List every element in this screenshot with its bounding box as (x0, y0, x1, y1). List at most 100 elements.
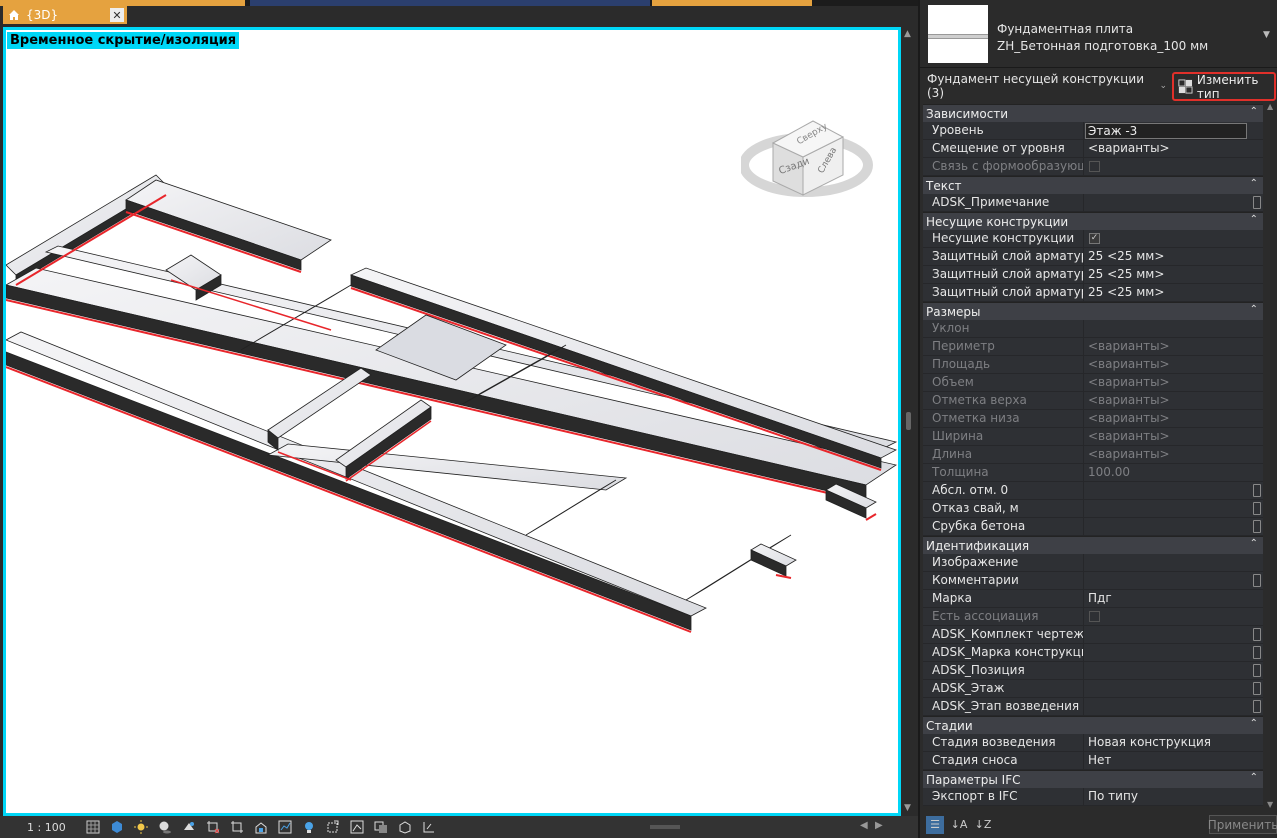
collapse-icon[interactable]: ⌃ (1250, 178, 1258, 189)
property-value[interactable]: По типу (1084, 788, 1263, 805)
property-value[interactable]: Пдг (1084, 590, 1263, 607)
property-value-text: 100.00 (1088, 465, 1130, 479)
shadows-icon[interactable] (156, 819, 173, 836)
property-value[interactable] (1084, 194, 1263, 211)
scrollbar-thumb[interactable] (650, 825, 680, 829)
collapse-icon[interactable]: ⌃ (1250, 772, 1258, 783)
property-value[interactable] (1084, 608, 1263, 625)
sort-descending-icon[interactable]: ↓Z (974, 816, 992, 834)
render-icon[interactable] (180, 819, 197, 836)
property-value[interactable]: <варианты> (1084, 140, 1263, 157)
property-name: Марка (923, 590, 1084, 607)
edit-value-button[interactable] (1253, 520, 1261, 533)
group-by-icon[interactable]: ☰ (926, 815, 944, 834)
scroll-down-icon[interactable]: ▼ (904, 803, 911, 813)
edit-value-button[interactable] (1253, 196, 1261, 209)
unlock-3d-icon[interactable] (252, 819, 269, 836)
property-value[interactable]: ✓ (1084, 230, 1263, 247)
property-value[interactable] (1084, 572, 1263, 589)
crop-region-icon[interactable] (228, 819, 245, 836)
scroll-down-icon[interactable]: ▼ (1267, 800, 1273, 809)
scroll-up-icon[interactable]: ▲ (904, 29, 911, 39)
scroll-left-icon[interactable]: ◀ (860, 820, 868, 831)
sort-ascending-icon[interactable]: ↓A (950, 816, 968, 834)
property-row: Защитный слой арматур... 25 <25 мм> (923, 284, 1263, 302)
property-value: <варианты> (1084, 428, 1263, 445)
property-value-text: <варианты> (1088, 375, 1170, 389)
crop-view-icon[interactable] (204, 819, 221, 836)
3d-viewport[interactable]: Временное скрытие/изоляция Сзади Слева С… (3, 27, 901, 816)
edit-value-button[interactable] (1253, 700, 1261, 713)
edit-value-button[interactable] (1253, 484, 1261, 497)
property-value[interactable] (1084, 482, 1263, 499)
analytical-model-icon[interactable] (348, 819, 365, 836)
type-selector[interactable]: Фундаментная плита ZH_Бетонная подготовк… (920, 0, 1277, 68)
level-input[interactable] (1085, 123, 1247, 139)
collapse-icon[interactable]: ⌃ (1250, 304, 1258, 315)
edit-value-button[interactable] (1253, 646, 1261, 659)
viewport-vertical-scrollbar[interactable]: ▲ ▼ (902, 27, 916, 817)
property-value[interactable]: 25 <25 мм> (1084, 266, 1263, 283)
property-group-header[interactable]: Размеры ⌃ (923, 302, 1263, 320)
scrollbar-thumb[interactable] (906, 412, 911, 430)
property-value[interactable]: 25 <25 мм> (1084, 284, 1263, 301)
property-value[interactable] (1084, 500, 1263, 517)
property-group-header[interactable]: Несущие конструкции ⌃ (923, 212, 1263, 230)
property-name: Абсл. отм. 0 (923, 482, 1084, 499)
property-value[interactable] (1084, 122, 1263, 139)
property-group-header[interactable]: Параметры IFC ⌃ (923, 770, 1263, 788)
edit-value-button[interactable] (1253, 574, 1261, 587)
edit-value-button[interactable] (1253, 502, 1261, 515)
collapse-icon[interactable]: ⌃ (1250, 214, 1258, 225)
apply-button[interactable]: Применить (1208, 815, 1277, 834)
view-tab-3d[interactable]: {3D} ✕ (3, 6, 127, 24)
viewport-horizontal-scrollbar[interactable]: ◀ ▶ (480, 820, 883, 832)
reveal-hidden-icon[interactable] (300, 819, 317, 836)
property-value[interactable] (1084, 662, 1263, 679)
property-row: Периметр <варианты> (923, 338, 1263, 356)
chevron-down-icon[interactable]: ▼ (1263, 30, 1270, 40)
edit-value-button[interactable] (1253, 682, 1261, 695)
property-value[interactable] (1084, 518, 1263, 535)
edit-value-button[interactable] (1253, 628, 1261, 641)
collapse-icon[interactable]: ⌃ (1250, 718, 1258, 729)
edit-type-button[interactable]: Изменить тип (1172, 72, 1276, 101)
scroll-up-icon[interactable]: ▲ (1267, 102, 1273, 111)
edit-value-button[interactable] (1253, 664, 1261, 677)
property-row: Объем <варианты> (923, 374, 1263, 392)
properties-scrollbar[interactable]: ▲ ▼ (1266, 102, 1277, 811)
detail-level-icon[interactable] (84, 819, 101, 836)
property-value[interactable] (1084, 626, 1263, 643)
highlight-displacement-icon[interactable] (324, 819, 341, 836)
property-group-header[interactable]: Идентификация ⌃ (923, 536, 1263, 554)
constraints-icon[interactable] (420, 819, 437, 836)
property-value[interactable]: Нет (1084, 752, 1263, 769)
property-value[interactable] (1084, 644, 1263, 661)
property-name: Срубка бетона (923, 518, 1084, 535)
temporary-hide-icon[interactable] (276, 819, 293, 836)
property-value[interactable]: Новая конструкция (1084, 734, 1263, 751)
sun-path-icon[interactable] (132, 819, 149, 836)
design-options-icon[interactable] (396, 819, 413, 836)
scroll-right-icon[interactable]: ▶ (875, 820, 883, 831)
property-value[interactable]: 25 <25 мм> (1084, 248, 1263, 265)
view-scale[interactable]: 1 : 100 (27, 821, 77, 834)
property-value[interactable] (1084, 554, 1263, 571)
close-icon[interactable]: ✕ (110, 8, 124, 22)
property-name: Толщина (923, 464, 1084, 481)
viewcube[interactable]: Сзади Слева Сверху (741, 75, 881, 205)
property-name: Защитный слой арматур... (923, 266, 1084, 283)
worksharing-icon[interactable] (372, 819, 389, 836)
property-value[interactable] (1084, 698, 1263, 715)
collapse-icon[interactable]: ⌃ (1250, 538, 1258, 549)
visual-style-icon[interactable] (108, 819, 125, 836)
property-group-header[interactable]: Текст ⌃ (923, 176, 1263, 194)
instance-filter-dropdown[interactable]: Фундамент несущей конструкции (3) ⌄ (923, 72, 1171, 100)
collapse-icon[interactable]: ⌃ (1250, 106, 1258, 117)
property-group-header[interactable]: Зависимости ⌃ (923, 104, 1263, 122)
property-group-header[interactable]: Стадии ⌃ (923, 716, 1263, 734)
property-value[interactable] (1084, 680, 1263, 697)
property-value-text: <варианты> (1088, 339, 1170, 353)
checkbox[interactable]: ✓ (1089, 233, 1100, 244)
property-value[interactable] (1084, 158, 1263, 175)
